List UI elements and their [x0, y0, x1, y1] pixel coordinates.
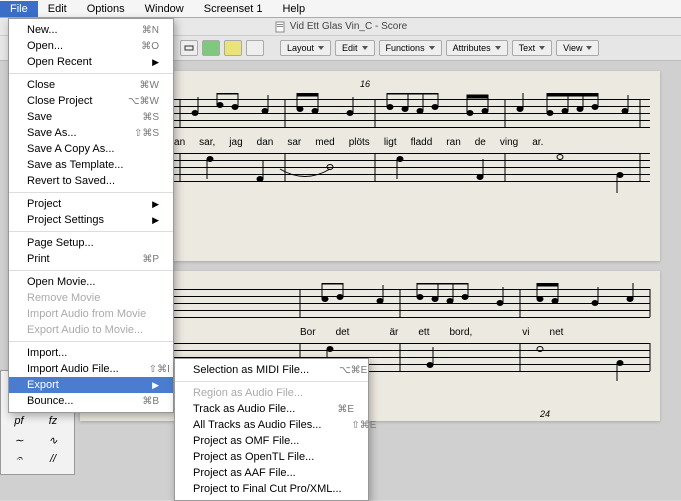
- toolbar-text[interactable]: Text: [512, 40, 553, 56]
- menu-separator: [9, 270, 173, 271]
- palette-cell[interactable]: ∿: [39, 432, 67, 448]
- menu-export-audio-movie: Export Audio to Movie...: [9, 322, 173, 338]
- measure-number: 24: [540, 409, 550, 419]
- menu-page-setup[interactable]: Page Setup...: [9, 235, 173, 251]
- menubar: File Edit Options Window Screenset 1 Hel…: [0, 0, 681, 18]
- menu-export[interactable]: Export▶: [9, 377, 173, 393]
- menu-separator: [9, 73, 173, 74]
- menu-separator: [9, 341, 173, 342]
- toolbar-functions[interactable]: Functions: [379, 40, 442, 56]
- chevron-right-icon: ▶: [152, 380, 159, 391]
- export-selection-midi[interactable]: Selection as MIDI File...⌥⌘E: [175, 362, 368, 378]
- menu-separator: [9, 192, 173, 193]
- lyrics-line: ga.Jadansar,jagdansarmedplötsligtfladdra…: [116, 137, 660, 148]
- notes-upper-2: [100, 283, 660, 323]
- menu-help[interactable]: Help: [272, 1, 315, 17]
- menu-save[interactable]: Save⌘S: [9, 109, 173, 125]
- menu-screenset[interactable]: Screenset 1: [194, 1, 273, 17]
- tool-button[interactable]: [246, 40, 264, 56]
- palette-cell[interactable]: fz: [39, 413, 67, 429]
- export-aaf[interactable]: Project as AAF File...: [175, 465, 368, 481]
- menu-import-audio[interactable]: Import Audio File...⇧⌘I: [9, 361, 173, 377]
- toolbar-view[interactable]: View: [556, 40, 599, 56]
- menu-save-as[interactable]: Save As...⇧⌘S: [9, 125, 173, 141]
- palette-cell[interactable]: ∼: [5, 432, 33, 448]
- toolbar-edit[interactable]: Edit: [335, 40, 375, 56]
- tool-button-green[interactable]: [202, 40, 220, 56]
- palette-cell[interactable]: 𝄐: [5, 451, 33, 467]
- toolbar-attributes[interactable]: Attributes: [446, 40, 508, 56]
- menu-open-recent[interactable]: Open Recent▶: [9, 54, 173, 70]
- menu-project-settings[interactable]: Project Settings▶: [9, 212, 173, 228]
- menu-save-template[interactable]: Save as Template...: [9, 157, 173, 173]
- menu-print[interactable]: Print⌘P: [9, 251, 173, 267]
- menu-import[interactable]: Import...: [9, 345, 173, 361]
- menu-separator: [9, 231, 173, 232]
- export-track-audio[interactable]: Track as Audio File...⌘E: [175, 401, 368, 417]
- menu-new[interactable]: New...⌘N: [9, 22, 173, 38]
- menu-open-movie[interactable]: Open Movie...: [9, 274, 173, 290]
- menu-open[interactable]: Open...⌘O: [9, 38, 173, 54]
- menu-bounce[interactable]: Bounce...⌘B: [9, 393, 173, 409]
- staff: [100, 289, 650, 321]
- staff: [100, 153, 650, 185]
- export-submenu: Selection as MIDI File...⌥⌘E Region as A…: [174, 358, 369, 501]
- export-fcpxml[interactable]: Project to Final Cut Pro/XML...: [175, 481, 368, 497]
- export-opentl[interactable]: Project as OpenTL File...: [175, 449, 368, 465]
- tool-button[interactable]: [180, 40, 198, 56]
- palette-cell[interactable]: pf: [5, 413, 33, 429]
- toolbar-layout[interactable]: Layout: [280, 40, 331, 56]
- menu-file[interactable]: File: [0, 1, 38, 17]
- staff: [100, 99, 650, 131]
- export-omf[interactable]: Project as OMF File...: [175, 433, 368, 449]
- menu-revert[interactable]: Revert to Saved...: [9, 173, 173, 189]
- tool-button-yellow[interactable]: [224, 40, 242, 56]
- menu-close[interactable]: Close⌘W: [9, 77, 173, 93]
- menu-options[interactable]: Options: [77, 1, 135, 17]
- menu-close-project[interactable]: Close Project⌥⌘W: [9, 93, 173, 109]
- menu-save-copy[interactable]: Save A Copy As...: [9, 141, 173, 157]
- menu-window[interactable]: Window: [135, 1, 194, 17]
- export-region-audio: Region as Audio File...: [175, 385, 368, 401]
- lyrics-line: Bordetärettbord,vinet: [300, 327, 660, 338]
- menu-separator: [175, 381, 368, 382]
- menu-edit[interactable]: Edit: [38, 1, 77, 17]
- notes-upper: [100, 93, 660, 133]
- chevron-right-icon: ▶: [152, 199, 159, 210]
- file-menu: New...⌘N Open...⌘O Open Recent▶ Close⌘W …: [8, 18, 174, 413]
- notes-lower: [100, 149, 660, 199]
- chevron-right-icon: ▶: [152, 57, 159, 68]
- measure-number: 16: [360, 79, 370, 89]
- window-title: Vid Ett Glas Vin_C - Score: [290, 21, 407, 32]
- menu-project[interactable]: Project▶: [9, 196, 173, 212]
- menu-import-audio-movie: Import Audio from Movie: [9, 306, 173, 322]
- menu-remove-movie: Remove Movie: [9, 290, 173, 306]
- palette-cell[interactable]: //: [39, 451, 67, 467]
- export-all-tracks[interactable]: All Tracks as Audio Files...⇧⌘E: [175, 417, 368, 433]
- chevron-right-icon: ▶: [152, 215, 159, 226]
- document-icon: [274, 21, 286, 33]
